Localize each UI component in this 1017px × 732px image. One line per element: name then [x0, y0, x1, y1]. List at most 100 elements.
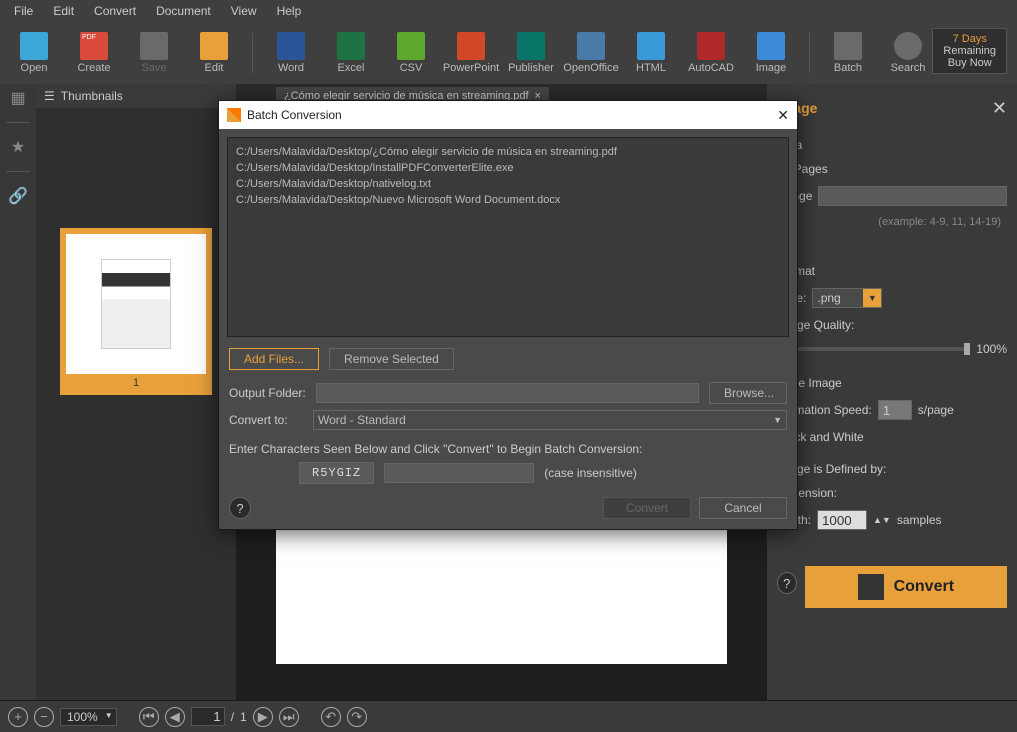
- gear-icon: [834, 32, 862, 60]
- bookmark-icon[interactable]: ★: [8, 137, 28, 157]
- output-folder-input[interactable]: [316, 383, 699, 403]
- right-panel: Image ✕ Area All Pages Range (example: 4…: [767, 84, 1017, 700]
- thumbnails-view-icon[interactable]: ▦: [8, 88, 28, 108]
- left-tool-strip: ▦ ★ 🔗: [0, 84, 36, 700]
- publisher-icon: [517, 32, 545, 60]
- zoom-out-button[interactable]: −: [34, 707, 54, 727]
- autocad-icon: [697, 32, 725, 60]
- type-dropdown[interactable]: .png: [812, 288, 882, 308]
- quality-slider[interactable]: [777, 347, 970, 351]
- openoffice-button[interactable]: OpenOffice: [565, 32, 617, 74]
- menu-help[interactable]: Help: [267, 2, 312, 20]
- thumbnail-number: 1: [66, 374, 206, 389]
- output-folder-label: Output Folder:: [229, 386, 306, 400]
- quality-value: 100%: [976, 342, 1007, 356]
- range-hint: (example: 4-9, 11, 14-19): [777, 216, 1001, 228]
- excel-button[interactable]: Excel: [325, 32, 377, 74]
- batch-conversion-dialog: Batch Conversion ✕ C:/Users/Malavida/Des…: [218, 100, 798, 530]
- convert-button[interactable]: Convert: [805, 566, 1007, 608]
- last-page-button[interactable]: ⏭: [279, 707, 299, 727]
- save-icon: [140, 32, 168, 60]
- pdf-icon: [80, 32, 108, 60]
- captcha-input[interactable]: [384, 463, 534, 483]
- file-list-item[interactable]: C:/Users/Malavida/Desktop/InstallPDFConv…: [236, 160, 780, 176]
- next-page-button[interactable]: ▶: [253, 707, 273, 727]
- zoom-in-button[interactable]: +: [8, 707, 28, 727]
- captcha-hint: (case insensitive): [544, 466, 637, 480]
- separator: [252, 33, 253, 73]
- thumbnail-page: [66, 234, 206, 374]
- menu-document[interactable]: Document: [146, 2, 221, 20]
- help-icon[interactable]: ?: [777, 572, 797, 594]
- add-files-button[interactable]: Add Files...: [229, 348, 319, 370]
- anim-unit: s/page: [918, 403, 954, 417]
- publisher-button[interactable]: Publisher: [505, 32, 557, 74]
- autocad-button[interactable]: AutoCAD: [685, 32, 737, 74]
- dialog-close-icon[interactable]: ✕: [777, 107, 789, 124]
- html-button[interactable]: HTML: [625, 32, 677, 74]
- pencil-icon: [200, 32, 228, 60]
- word-button[interactable]: Word: [265, 32, 317, 74]
- page-number-input[interactable]: [191, 707, 225, 726]
- first-page-button[interactable]: ⏮: [139, 707, 159, 727]
- remove-selected-button[interactable]: Remove Selected: [329, 348, 454, 370]
- help-icon[interactable]: ?: [229, 497, 251, 519]
- convert-to-dropdown[interactable]: Word - Standard: [313, 410, 787, 430]
- status-bar: + − 100% ⏮ ◀ / 1 ▶ ⏭ ↶ ↷: [0, 700, 1017, 732]
- defined-by-label: Image is Defined by:: [777, 462, 1007, 476]
- divider: [6, 122, 30, 123]
- open-button[interactable]: Open: [8, 32, 60, 74]
- csv-icon: [397, 32, 425, 60]
- file-list[interactable]: C:/Users/Malavida/Desktop/¿Cómo elegir s…: [227, 137, 789, 337]
- openoffice-icon: [577, 32, 605, 60]
- trial-banner[interactable]: 7 Days Remaining Buy Now: [932, 28, 1007, 74]
- powerpoint-button[interactable]: PowerPoint: [445, 32, 497, 74]
- html-icon: [637, 32, 665, 60]
- folder-icon: [20, 32, 48, 60]
- menu-file[interactable]: File: [4, 2, 43, 20]
- thumbnails-header: ☰ Thumbnails: [36, 84, 236, 108]
- attachment-icon[interactable]: 🔗: [8, 186, 28, 206]
- image-button[interactable]: Image: [745, 32, 797, 74]
- convert-to-label: Convert to:: [229, 413, 303, 427]
- hamburger-icon[interactable]: ☰: [44, 89, 55, 103]
- page-total: 1: [240, 710, 247, 724]
- prev-page-button[interactable]: ◀: [165, 707, 185, 727]
- trial-days: 7 Days: [943, 33, 996, 45]
- thumbnail-item[interactable]: 1: [60, 228, 212, 395]
- captcha-instructions: Enter Characters Seen Below and Click "C…: [229, 442, 642, 456]
- stepper-icon[interactable]: ▲▼: [873, 515, 891, 525]
- file-list-item[interactable]: C:/Users/Malavida/Desktop/¿Cómo elegir s…: [236, 144, 780, 160]
- search-icon: [894, 32, 922, 60]
- dialog-title: Batch Conversion: [247, 108, 342, 122]
- dialog-titlebar: Batch Conversion ✕: [219, 101, 797, 129]
- range-input[interactable]: [818, 186, 1007, 206]
- file-list-item[interactable]: C:/Users/Malavida/Desktop/nativelog.txt: [236, 176, 780, 192]
- menu-view[interactable]: View: [221, 2, 267, 20]
- file-list-item[interactable]: C:/Users/Malavida/Desktop/Nuevo Microsof…: [236, 192, 780, 208]
- width-input[interactable]: [817, 510, 867, 530]
- thumbnails-panel: ☰ Thumbnails 1: [36, 84, 236, 700]
- separator: [809, 33, 810, 73]
- image-icon: [757, 32, 785, 60]
- rotate-left-button[interactable]: ↶: [321, 707, 341, 727]
- edit-button[interactable]: Edit: [188, 32, 240, 74]
- rotate-right-button[interactable]: ↷: [347, 707, 367, 727]
- select-area-label: Area: [777, 138, 1007, 152]
- app-icon: [227, 108, 241, 122]
- browse-button[interactable]: Browse...: [709, 382, 787, 404]
- thumbnails-title: Thumbnails: [61, 89, 123, 103]
- menu-convert[interactable]: Convert: [84, 2, 146, 20]
- page-separator: /: [231, 710, 234, 724]
- csv-button[interactable]: CSV: [385, 32, 437, 74]
- anim-speed-input[interactable]: [878, 400, 912, 420]
- cancel-button[interactable]: Cancel: [699, 497, 787, 519]
- batch-button[interactable]: Batch: [822, 32, 874, 74]
- buy-now-link[interactable]: Buy Now: [943, 57, 996, 69]
- panel-close-icon[interactable]: ✕: [992, 98, 1007, 119]
- zoom-dropdown[interactable]: 100%: [60, 708, 117, 726]
- menu-edit[interactable]: Edit: [43, 2, 84, 20]
- search-button[interactable]: Search: [882, 32, 934, 74]
- create-button[interactable]: Create: [68, 32, 120, 74]
- format-label: Format: [777, 264, 1007, 278]
